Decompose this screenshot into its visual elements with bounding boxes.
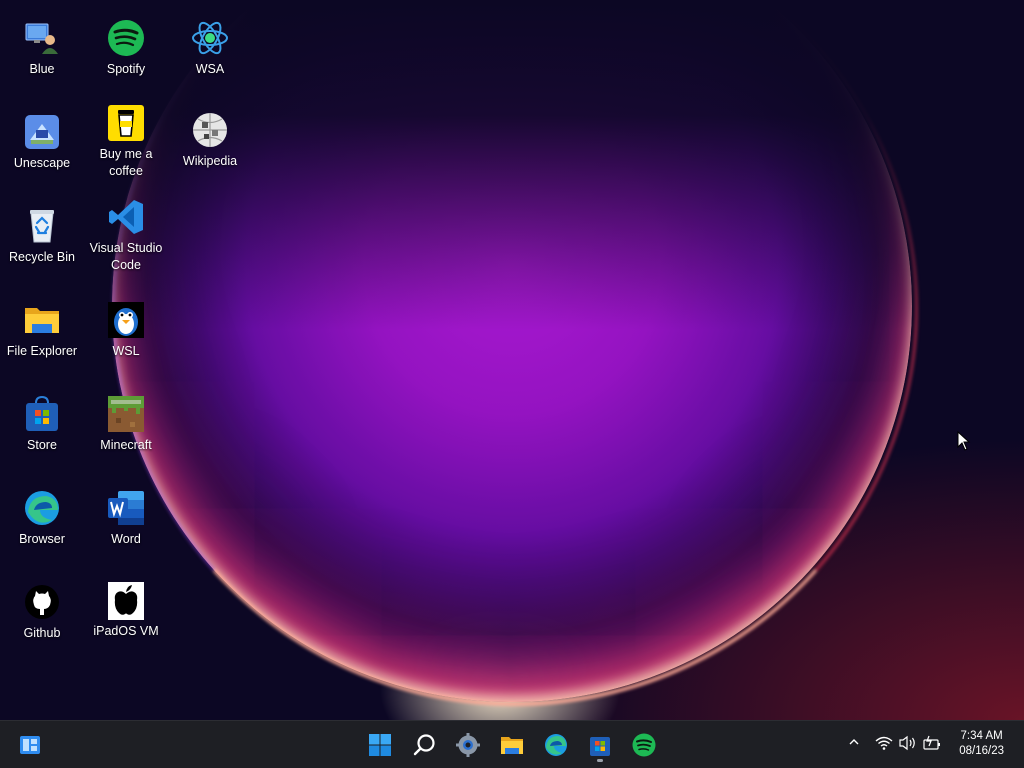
spotify-icon bbox=[106, 18, 146, 58]
edge-browser-icon bbox=[22, 488, 62, 528]
settings-gear-icon bbox=[456, 733, 480, 757]
desktop-icon-label: Recycle Bin bbox=[9, 250, 75, 264]
wifi-button[interactable] bbox=[875, 735, 893, 756]
search-icon bbox=[413, 734, 435, 756]
tux-penguin-icon bbox=[106, 300, 146, 340]
desktop-icon-spotify[interactable]: Spotify bbox=[85, 18, 167, 78]
desktop-icon-label: Blue bbox=[29, 62, 55, 76]
desktop-icon-label: Wikipedia bbox=[182, 154, 238, 168]
edge-taskbar-button[interactable] bbox=[540, 729, 572, 761]
battery-icon bbox=[923, 735, 940, 750]
widgets-icon bbox=[20, 736, 40, 754]
desktop-icon-wsl[interactable]: WSL bbox=[85, 300, 167, 360]
wikipedia-globe-icon bbox=[190, 110, 230, 150]
battery-button[interactable] bbox=[923, 735, 941, 756]
vscode-icon bbox=[106, 197, 146, 237]
chevron-up-icon bbox=[849, 739, 859, 745]
file-explorer-icon bbox=[501, 737, 523, 754]
desktop-icon-github[interactable]: Github bbox=[1, 582, 83, 642]
running-indicator bbox=[597, 759, 603, 762]
clock-date: 08/16/23 bbox=[959, 745, 1004, 757]
desktop-icon-word[interactable]: Word bbox=[85, 488, 167, 548]
desktop-icon-label: Minecraft bbox=[100, 438, 152, 452]
desktop-icon-label: Word bbox=[111, 532, 141, 546]
spotify-taskbar-button[interactable] bbox=[628, 729, 660, 761]
github-icon bbox=[22, 582, 62, 622]
desktop-icon-buy-me-a-coffee[interactable]: Buy me a coffee bbox=[85, 103, 167, 180]
desktop-icon-label: File Explorer bbox=[6, 344, 78, 358]
desktop-icon-recycle-bin[interactable]: Recycle Bin bbox=[1, 206, 83, 266]
search-button[interactable] bbox=[409, 729, 441, 761]
desktop-icon-wikipedia[interactable]: Wikipedia bbox=[169, 110, 251, 170]
blue-monitor-user-icon bbox=[22, 18, 62, 58]
desktop-icon-minecraft[interactable]: Minecraft bbox=[85, 394, 167, 454]
show-hidden-icons-button[interactable] bbox=[848, 735, 860, 754]
coffee-cup-icon bbox=[106, 103, 146, 143]
desktop-icon-blue[interactable]: Blue bbox=[1, 18, 83, 78]
desktop-icon-label: WSL bbox=[112, 344, 140, 358]
desktop-icon-label: iPadOS VM bbox=[93, 624, 159, 638]
windows-start-icon bbox=[369, 734, 391, 756]
desktop-icon-label: WSA bbox=[195, 62, 225, 76]
clock-time: 7:34 AM bbox=[960, 730, 1003, 742]
mouse-cursor-icon bbox=[957, 430, 971, 456]
widgets-button[interactable] bbox=[14, 729, 46, 761]
desktop-icon-label: Buy me a coffee bbox=[99, 147, 153, 178]
desktop-icon-wsa[interactable]: WSA bbox=[169, 18, 251, 78]
desktop-icon-label: Github bbox=[23, 626, 61, 640]
desktop-icon-label: Spotify bbox=[106, 62, 146, 76]
desktop-icon-ipados-vm[interactable]: iPadOS VM bbox=[85, 580, 167, 640]
store-icon bbox=[590, 737, 610, 756]
desktop-icon-unescape[interactable]: Unescape bbox=[1, 112, 83, 172]
volume-button[interactable] bbox=[899, 735, 917, 756]
desktop-icon-visual-studio-code[interactable]: Visual Studio Code bbox=[85, 197, 167, 274]
desktop-icon-browser[interactable]: Browser bbox=[1, 488, 83, 548]
desktop[interactable]: Blue Unescape Recycle Bin File Explorer … bbox=[0, 0, 1024, 720]
word-icon bbox=[106, 488, 146, 528]
spotify-icon bbox=[632, 733, 656, 757]
volume-icon bbox=[899, 735, 915, 751]
desktop-icon-label: Unescape bbox=[13, 156, 71, 170]
desktop-icon-file-explorer[interactable]: File Explorer bbox=[1, 300, 83, 360]
recycle-bin-icon bbox=[22, 206, 62, 246]
desktop-icon-label: Visual Studio Code bbox=[89, 241, 163, 272]
store-taskbar-button[interactable] bbox=[584, 729, 616, 762]
apple-logo-icon bbox=[106, 580, 146, 620]
settings-button[interactable] bbox=[452, 729, 484, 761]
system-clock[interactable]: 7:34 AM 08/16/23 bbox=[959, 729, 1004, 759]
wifi-icon bbox=[875, 736, 893, 750]
file-explorer-button[interactable] bbox=[496, 729, 528, 761]
start-button[interactable] bbox=[364, 729, 396, 761]
desktop-icon-label: Store bbox=[27, 438, 57, 452]
folder-icon bbox=[22, 300, 62, 340]
desktop-icon-store[interactable]: Store bbox=[1, 394, 83, 454]
desktop-icon-label: Browser bbox=[19, 532, 65, 546]
edge-browser-icon bbox=[545, 734, 567, 756]
unescape-app-icon bbox=[22, 112, 62, 152]
wsa-react-atom-icon bbox=[190, 18, 230, 58]
taskbar: 7:34 AM 08/16/23 bbox=[0, 720, 1024, 768]
store-bag-icon bbox=[22, 394, 62, 434]
minecraft-grass-block-icon bbox=[106, 394, 146, 434]
